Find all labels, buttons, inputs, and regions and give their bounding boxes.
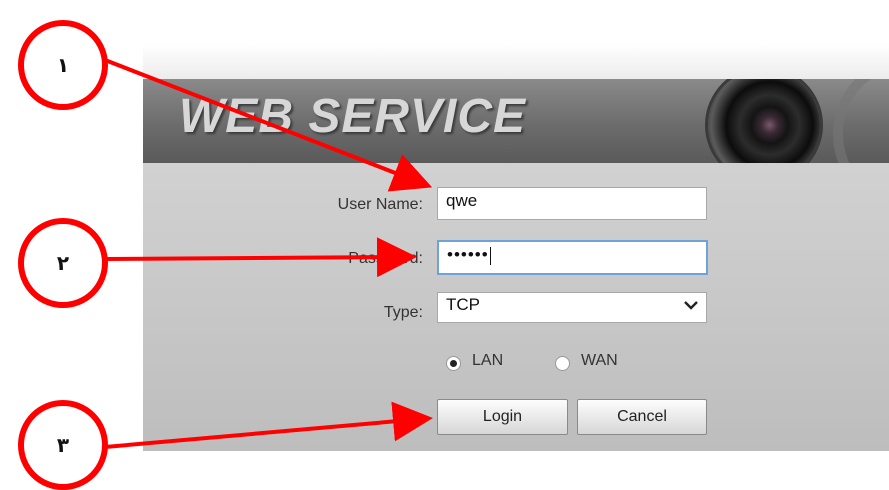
annotation-arrows	[104, 58, 433, 449]
arrow-2	[104, 237, 417, 278]
annotation-badge-2: ٢	[18, 218, 108, 308]
annotation-badge-1: ١	[18, 20, 108, 110]
arrow-1	[104, 58, 433, 192]
arrow-3	[104, 401, 433, 449]
annotation-badge-3: ٣	[18, 400, 108, 490]
